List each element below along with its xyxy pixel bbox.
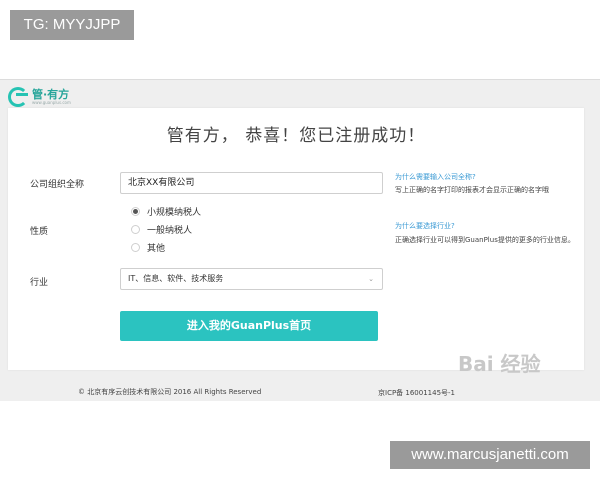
company-label: 公司组织全称 [30,180,85,190]
help-answer-industry: 正确选择行业可以得到GuanPlus提供的更多的行业信息。 [395,236,575,244]
radio-label: 其他 [147,244,166,254]
radio-label: 小规模纳税人 [147,208,202,218]
footer-icp[interactable]: 京ICP备 16001145号-1 [378,388,455,398]
industry-label: 行业 [30,278,49,288]
radio-label: 一般纳税人 [147,226,193,236]
help-answer-company: 写上正确的名字打印的报表才会显示正确的名字哦 [395,186,549,194]
radio-checked-icon [131,207,140,216]
logo-mark-icon [8,87,28,107]
watermark-logo: Bai 经验 [458,352,541,376]
company-name-input[interactable]: 北京XX有限公司 [120,172,383,194]
logo-bar-icon [16,93,28,96]
logo-subtext: www.guanplus.com [32,100,71,105]
footer-copyright: © 北京有序云创技术有限公司 2016 All Rights Reserved [78,388,262,396]
help-question-company[interactable]: 为什么需要输入公司全称? [395,172,476,182]
industry-select[interactable]: IT、信息、软件、技术服务 ⌄ [120,268,383,290]
industry-select-value: IT、信息、软件、技术服务 [128,274,224,283]
nature-label: 性质 [30,227,49,237]
help-question-industry[interactable]: 为什么要选择行业? [395,221,455,231]
registration-success-card: 管有方， 恭喜！您已注册成功！ 公司组织全称 北京XX有限公司 性质 小规模纳税… [8,108,584,370]
enter-homepage-button[interactable]: 进入我的GuanPlus首页 [120,311,378,341]
tg-overlay-label: TG: MYYJJPP [10,10,134,40]
url-overlay-label: www.marcusjanetti.com [390,441,590,469]
radio-unchecked-icon [131,225,140,234]
radio-unchecked-icon [131,243,140,252]
page-title: 管有方， 恭喜！您已注册成功！ [166,126,426,146]
chevron-down-icon: ⌄ [368,275,374,283]
browser-viewport: 管·有方 www.guanplus.com 管有方， 恭喜！您已注册成功！ 公司… [0,79,600,401]
